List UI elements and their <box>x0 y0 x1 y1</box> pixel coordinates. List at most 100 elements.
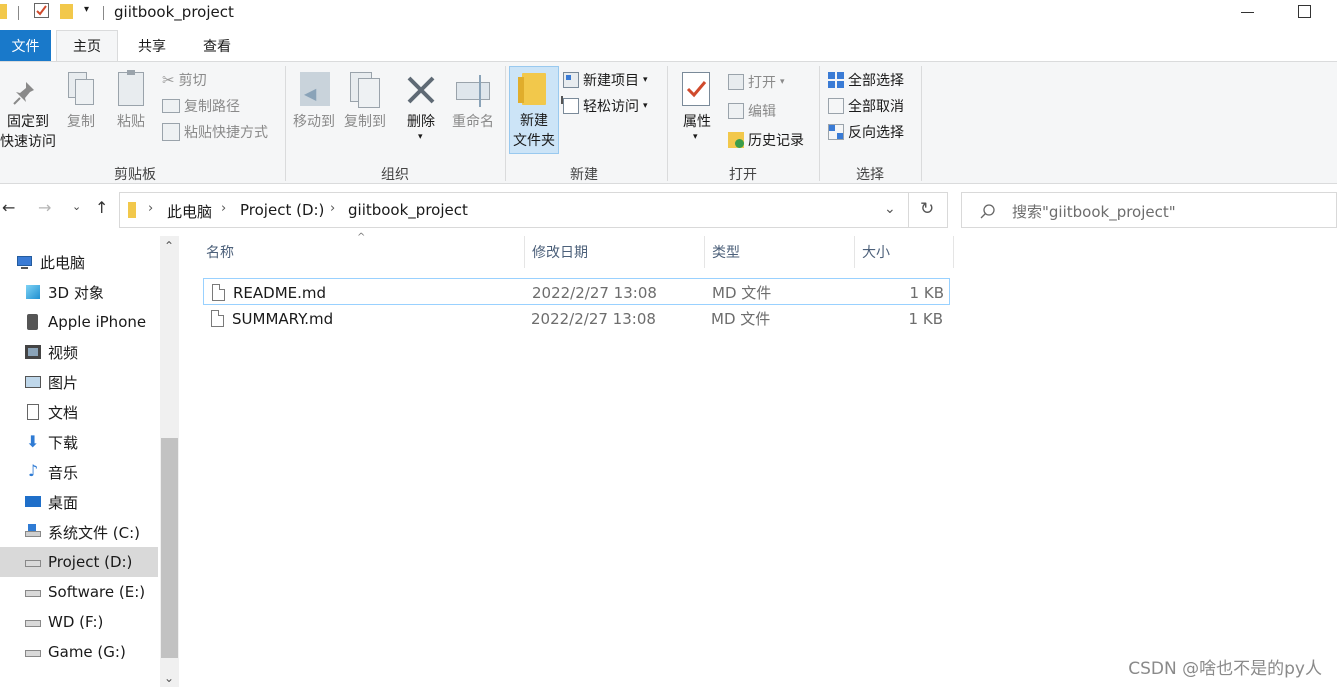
tab-view[interactable]: 查看 <box>188 30 246 61</box>
sidebar-item[interactable]: 系统文件 (C:) <box>0 517 158 547</box>
paste-button[interactable]: 粘贴 <box>110 70 152 144</box>
breadcrumb-chevron-icon[interactable]: › <box>330 201 335 216</box>
tab-home[interactable]: 主页 <box>56 30 118 61</box>
search-box[interactable]: 搜索"giitbook_project" <box>961 192 1337 228</box>
pin-quick-access-button[interactable]: 固定到 快速访问 <box>0 70 56 154</box>
maximize-button[interactable] <box>1298 5 1311 18</box>
edit-button[interactable]: 编辑 <box>728 100 776 122</box>
tab-share[interactable]: 共享 <box>124 30 180 61</box>
edit-label: 编辑 <box>748 104 776 120</box>
drive-icon <box>24 614 42 630</box>
column-divider <box>953 236 954 268</box>
scroll-up-icon[interactable]: ⌃ <box>164 239 174 253</box>
column-divider <box>704 236 705 268</box>
minimize-button[interactable] <box>1241 12 1254 13</box>
sidebar-item-label: 系统文件 (C:) <box>48 523 140 542</box>
sidebar-item-label: Apple iPhone <box>48 313 147 331</box>
forward-button[interactable]: → <box>38 198 51 217</box>
sidebar-item[interactable]: 3D 对象 <box>0 277 158 307</box>
separator <box>18 6 19 20</box>
copy-path-button[interactable]: 复制路径 <box>162 95 240 117</box>
quick-access-dropdown-icon[interactable]: ▾ <box>84 4 89 15</box>
breadcrumb-item[interactable]: giitbook_project <box>348 201 468 219</box>
column-header-modified[interactable]: 修改日期 <box>532 236 702 268</box>
sidebar-item[interactable]: WD (F:) <box>0 607 158 637</box>
sidebar-item[interactable]: Project (D:) <box>0 547 158 577</box>
address-bar[interactable]: › 此电脑 › Project (D:) › giitbook_project … <box>119 192 909 228</box>
breadcrumb-item[interactable]: 此电脑 <box>167 201 212 222</box>
copy-to-button[interactable]: 复制到 <box>340 70 390 144</box>
paste-label: 粘贴 <box>117 114 145 130</box>
chevron-down-icon: ▾ <box>780 77 785 87</box>
scroll-thumb[interactable] <box>161 438 178 658</box>
breadcrumb-chevron-icon[interactable]: › <box>221 201 226 216</box>
rename-icon <box>456 75 490 107</box>
paste-icon <box>118 70 144 106</box>
history-button[interactable]: 历史记录 <box>728 129 804 151</box>
sidebar-item[interactable]: Software (E:) <box>0 577 158 607</box>
select-all-label: 全部选择 <box>848 73 904 89</box>
address-dropdown-icon[interactable]: ⌄ <box>884 201 896 217</box>
delete-x-icon <box>407 76 435 104</box>
file-modified: 2022/2/27 13:08 <box>532 283 657 302</box>
breadcrumb-chevron-icon[interactable]: › <box>148 201 153 216</box>
table-row[interactable]: README.md 2022/2/27 13:08 MD 文件 1 KB <box>203 278 950 305</box>
nav-scrollbar[interactable]: ⌃ ⌄ <box>160 236 179 687</box>
pin-icon <box>13 82 34 105</box>
select-none-button[interactable]: 全部取消 <box>828 95 904 117</box>
sidebar-item[interactable]: 此电脑 <box>0 247 158 277</box>
open-group-label: 打开 <box>729 167 757 183</box>
copy-button[interactable]: 复制 <box>60 70 102 144</box>
move-to-button[interactable]: ◀ 移动到 <box>288 70 340 144</box>
properties-icon <box>682 72 710 106</box>
delete-dropdown-icon[interactable]: ▾ <box>418 132 423 142</box>
copy-path-label: 复制路径 <box>184 99 240 115</box>
sidebar-item-label: WD (F:) <box>48 613 104 631</box>
easy-access-icon <box>561 96 579 114</box>
scissors-icon: ✂ <box>162 71 175 89</box>
new-folder-label-2: 文件夹 <box>513 133 555 149</box>
invert-selection-button[interactable]: 反向选择 <box>828 121 904 143</box>
properties-button[interactable]: 属性 ▾ <box>676 70 718 150</box>
column-header-name[interactable]: 名称 <box>206 236 516 268</box>
sidebar-item[interactable]: Game (G:) <box>0 637 158 667</box>
scroll-down-icon[interactable]: ⌄ <box>164 671 174 685</box>
sidebar-item[interactable]: 视频 <box>0 337 158 367</box>
sidebar-item[interactable]: ⬇ 下载 <box>0 427 158 457</box>
pin-label-2: 快速访问 <box>0 134 56 150</box>
sidebar-item[interactable]: 图片 <box>0 367 158 397</box>
select-all-button[interactable]: 全部选择 <box>828 69 904 91</box>
refresh-button[interactable]: ↻ <box>908 192 948 228</box>
recent-locations-dropdown[interactable]: ⌄ <box>72 200 81 213</box>
up-button[interactable]: ↑ <box>95 198 108 217</box>
column-header-type[interactable]: 类型 <box>712 236 852 268</box>
sidebar-item[interactable]: ♪ 音乐 <box>0 457 158 487</box>
breadcrumb-item[interactable]: Project (D:) <box>240 201 324 219</box>
cut-button[interactable]: ✂ 剪切 <box>162 69 207 91</box>
sidebar-item[interactable]: 文档 <box>0 397 158 427</box>
file-name: README.md <box>233 283 327 302</box>
new-folder-button[interactable]: 新建 文件夹 <box>509 66 559 154</box>
select-none-icon <box>828 98 844 114</box>
ribbon: 固定到 快速访问 复制 粘贴 ✂ 剪切 复制路径 粘贴快捷方式 剪贴板 ◀ 移动到 <box>0 61 1337 184</box>
easy-access-button[interactable]: 轻松访问 ▾ <box>561 95 648 117</box>
file-icon <box>212 284 225 301</box>
group-separator <box>505 66 506 181</box>
tab-file[interactable]: 文件 <box>0 30 51 61</box>
sidebar-item-label: Game (G:) <box>48 643 126 661</box>
properties-dropdown-icon[interactable]: ▾ <box>693 132 698 142</box>
sidebar-item[interactable]: 桌面 <box>0 487 158 517</box>
open-button[interactable]: 打开 ▾ <box>728 71 785 93</box>
back-button[interactable]: ← <box>2 198 15 217</box>
column-divider <box>524 236 525 268</box>
rename-button[interactable]: 重命名 <box>448 70 498 144</box>
delete-button[interactable]: 删除 ▾ <box>400 70 442 150</box>
new-folder-quick-icon[interactable] <box>60 4 73 19</box>
properties-quick-icon[interactable] <box>34 3 49 18</box>
column-header-size[interactable]: 大小 <box>862 236 952 268</box>
paste-shortcut-button[interactable]: 粘贴快捷方式 <box>162 121 268 143</box>
new-item-button[interactable]: 新建项目 ▾ <box>563 69 648 91</box>
table-row[interactable]: SUMMARY.md 2022/2/27 13:08 MD 文件 1 KB <box>203 305 950 332</box>
sidebar-item[interactable]: Apple iPhone <box>0 307 158 337</box>
new-folder-icon <box>518 73 546 105</box>
